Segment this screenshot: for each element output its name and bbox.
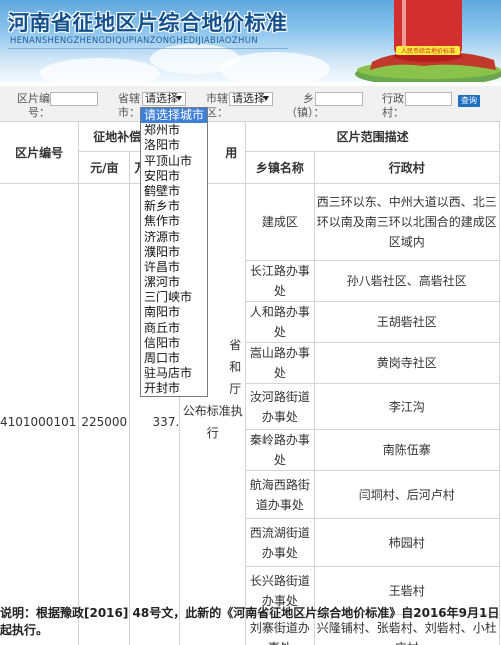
city-option[interactable]: 开封市 [141,381,207,396]
town-cell: 航海西路街道办事处 [245,470,315,519]
city-option[interactable]: 洛阳市 [141,138,207,153]
county-select[interactable]: 请选择 [229,92,273,106]
banner-divider [8,48,288,49]
city-option[interactable]: 漯河市 [141,275,207,290]
zone-number-input[interactable] [50,92,98,106]
village-cell: 西三环以东、中州大道以西、北三环以南及南三环以北围合的建成区区域内 [313,183,500,261]
chevron-down-icon [263,96,269,101]
town-cell: 秦岭路办事处 [245,429,315,471]
cloud-decoration [220,52,330,82]
city-option[interactable]: 许昌市 [141,260,207,275]
zone-number-cell: 4101000101 [0,183,80,645]
city-option[interactable]: 南阳市 [141,305,207,320]
city-option[interactable]: 焦作市 [141,214,207,229]
village-input[interactable] [405,92,452,106]
header-town-name: 乡镇名称 [245,151,315,184]
city-select-value: 请选择 [145,92,178,105]
header-price-per-mu: 元/亩 [78,151,131,184]
city-option[interactable]: 郑州市 [141,123,207,138]
city-option[interactable]: 新乡市 [141,199,207,214]
city-option[interactable]: 濮阳市 [141,245,207,260]
land-price-table: 区片编号 征地补偿安置 用 区片范围描述 元/亩 万元/亩 乡镇名称 行政村 4… [0,121,500,645]
town-cell: 长江路办事处 [245,260,315,302]
town-cell: 西流湖街道办事处 [245,518,315,567]
village-cell: 王胡砦社区 [313,301,500,343]
header-zone-number: 区片编号 [0,121,80,184]
header-range-description: 区片范围描述 [245,121,500,152]
city-dropdown-list[interactable]: 请选择城市 郑州市 洛阳市 平顶山市 安阳市 鹤壁市 新乡市 焦作市 济源市 濮阳市 许昌市 漯河市三… [140,107,208,397]
table-row: 4101000101 225000 337. 省 和 厅 公布标准执 行 建成区… [0,183,500,645]
footer-note: 说明：根据豫政[2016] 48号文，此新的《河南省征地区片综合地价标准》自20… [0,606,500,637]
usage-note-line: 行 [206,426,219,440]
cloud-decoration [40,58,160,82]
emblem-label: 人民币综合地价标准 [401,47,455,55]
town-cell: 建成区 [245,183,315,261]
banner-subtitle: HENANSHENGZHENGDIQUPIANZONGHEDIJIABIAOZH… [10,36,258,46]
city-option[interactable]: 平顶山市 [141,154,207,169]
usage-note-line: 公布标准执 [182,404,243,418]
search-bar: 区片编号： 省辖市： 请选择 市辖区： 请选择 乡（镇）： 行政村： 查询 [0,86,501,122]
city-option[interactable]: 驻马店市 [141,366,207,381]
price-cell: 225000 [78,183,131,645]
search-button[interactable]: 查询 [458,95,480,107]
header-village: 行政村 [313,151,500,184]
city-option-placeholder[interactable]: 请选择城市 [141,108,207,124]
city-option[interactable]: 鹤壁市 [141,184,207,199]
zone-number-label: 区片编号： [17,92,50,119]
city-option[interactable]: 周口市 [141,351,207,366]
city-option[interactable]: 商丘市 [141,321,207,336]
header-banner: 河南省征地区片综合地价标准 HENANSHENGZHENGDIQUPIANZON… [0,0,501,82]
city-option[interactable]: 济源市 [141,230,207,245]
city-select[interactable]: 请选择 [142,92,186,106]
village-cell: 柿园村 [313,518,500,567]
land-emblem-icon: 人民币综合地价标准 [355,0,501,82]
village-cell: 黄岗寺社区 [313,342,500,384]
village-cell: 孙八砦社区、高砦社区 [313,260,500,302]
village-cell: 闫垌村、后河卢村 [313,470,500,519]
village-cell: 李江沟 [313,383,500,430]
banner-title: 河南省征地区片综合地价标准 [8,11,288,35]
city-option[interactable]: 安阳市 [141,169,207,184]
town-cell: 嵩山路办事处 [245,342,315,384]
village-label: 行政村： [382,92,404,119]
chevron-down-icon [176,96,182,101]
town-label: 乡（镇）： [286,92,325,119]
city-option[interactable]: 三门峡市 [141,290,207,305]
town-input[interactable] [315,92,363,106]
county-select-value: 请选择 [232,92,265,105]
town-cell: 人和路办事处 [245,301,315,343]
city-label: 省辖市： [118,92,140,119]
town-cell: 汝河路街道办事处 [245,383,315,430]
village-cell: 南陈伍寨 [313,429,500,471]
city-option[interactable]: 信阳市 [141,336,207,351]
